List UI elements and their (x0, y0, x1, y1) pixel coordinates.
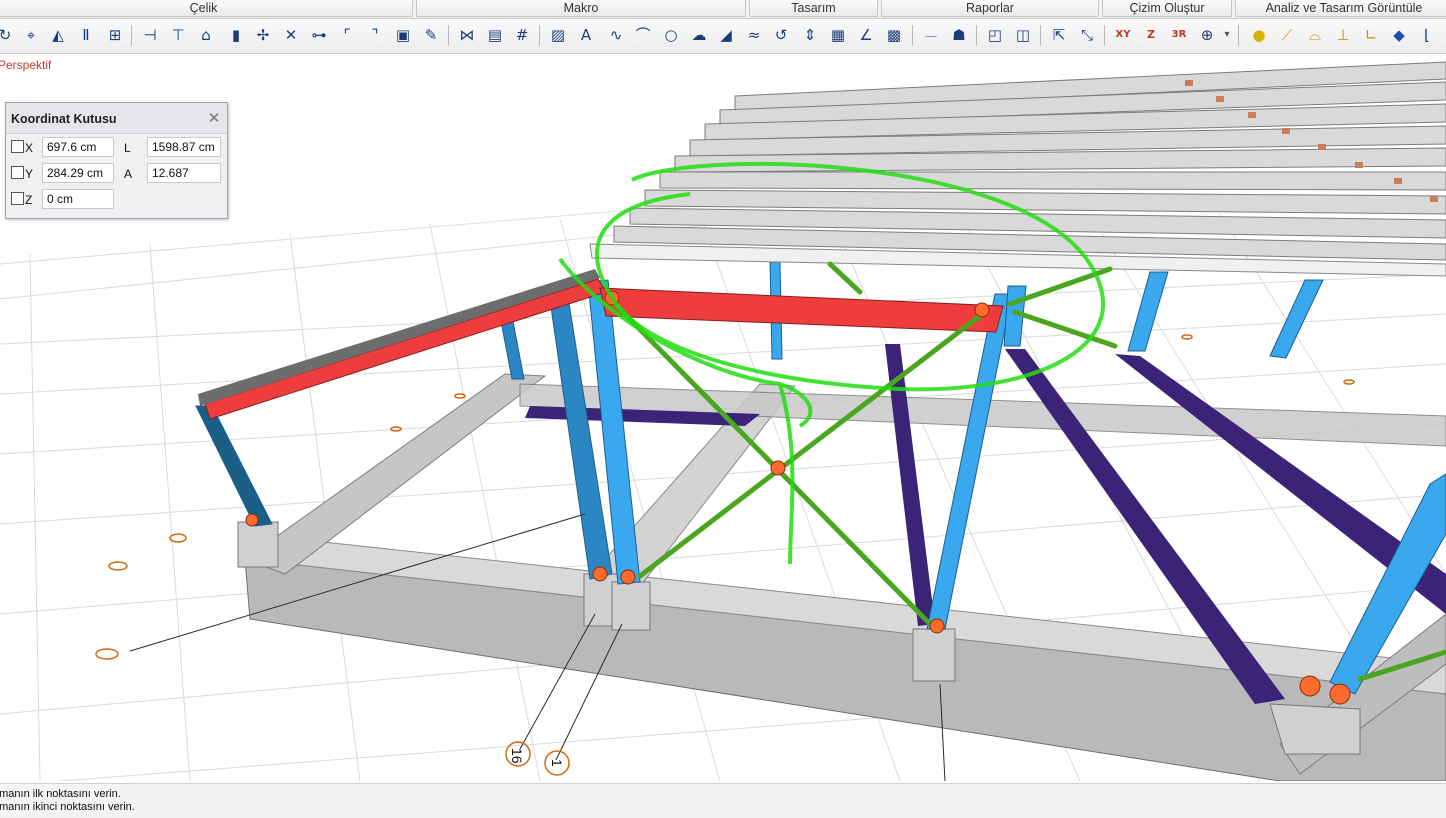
truss-icon[interactable]: ⟋ (1276, 24, 1298, 46)
z-label: Z (25, 193, 33, 207)
snap-target-icon[interactable]: ⌖ (20, 24, 42, 46)
angle-label: A (124, 167, 133, 181)
node-icon[interactable]: ✢ (252, 24, 274, 46)
xy-view-icon[interactable]: XY (1112, 24, 1134, 46)
tab-tasarim[interactable]: Tasarım (749, 0, 878, 17)
toolbar-overflow-icon[interactable]: ▾ (1221, 24, 1233, 46)
z-coordinate-field[interactable]: 0 cm (42, 189, 114, 209)
ribbon-tab-bar: Çelik Makro Tasarım Raporlar Çizim Oluşt… (0, 0, 1446, 19)
column-section-icon[interactable]: ▮ (225, 24, 247, 46)
corner-icon[interactable]: ⌜ (336, 24, 358, 46)
angle-section-icon[interactable]: ∟ (1360, 24, 1382, 46)
tab-analiz-tasarim-goruntule[interactable]: Analiz ve Tasarım Görüntüle (1235, 0, 1446, 17)
beam-end-icon[interactable]: ⊤ (167, 24, 189, 46)
x-label: X (25, 141, 34, 155)
tab-cizim-olustur[interactable]: Çizim Oluştur (1102, 0, 1232, 17)
circle-icon[interactable]: ○ (660, 24, 682, 46)
arc-icon[interactable]: ⌒ (632, 24, 654, 46)
3d-render-icon[interactable]: 3R (1168, 24, 1190, 46)
graph-icon[interactable]: ⌊ (1416, 24, 1438, 46)
frame-icon[interactable]: ⋈ (456, 24, 478, 46)
x-lock-checkbox[interactable] (11, 140, 24, 153)
flag-icon[interactable]: ◆ (1388, 24, 1410, 46)
brush-icon[interactable]: ✎ (420, 24, 442, 46)
y-label: Y (25, 167, 34, 181)
dimension-icon[interactable]: ⇕ (799, 24, 821, 46)
coordinate-box-title: Koordinat Kutusu (11, 112, 117, 126)
polyline-icon[interactable]: ∿ (605, 24, 627, 46)
command-line: emanın ilk noktasını verin. emanın ikinc… (0, 783, 1446, 818)
length-label: L (124, 141, 131, 155)
cloud-icon[interactable]: ☁ (688, 24, 710, 46)
move-icon[interactable]: ⇱ (1048, 24, 1070, 46)
command-line-2: emanın ikinci noktasını verin. (0, 801, 135, 813)
y-coordinate-field[interactable]: 284.29 cm (42, 163, 114, 183)
corner-trim-icon[interactable]: ⌝ (364, 24, 386, 46)
x-coordinate-field[interactable]: 697.6 cm (42, 137, 114, 157)
view-3d-icon[interactable]: ◰ (984, 24, 1006, 46)
level-icon[interactable]: ⏤ (920, 24, 942, 46)
annotation-icon[interactable]: ☗ (948, 24, 970, 46)
mirror-icon[interactable]: ◭ (47, 24, 69, 46)
cross-icon[interactable]: ✕ (280, 24, 302, 46)
tab-celik[interactable]: Çelik (0, 0, 413, 17)
y-lock-checkbox[interactable] (11, 166, 24, 179)
marker-icon[interactable]: ⊥ (1332, 24, 1354, 46)
tab-raporlar[interactable]: Raporlar (881, 0, 1099, 17)
rotate-icon[interactable]: ↺ (770, 24, 792, 46)
z-lock-checkbox[interactable] (11, 192, 24, 205)
table-icon[interactable]: ▦ (827, 24, 849, 46)
toolbar: ↻ ⌖ ◭ Ⅱ ⊞ ⊣ ⊤ ⌂ ▮ ✢ ✕ ⊶ ⌜ ⌝ ▣ ✎ ⋈ ▤ # ▨ … (0, 19, 1446, 54)
text-icon[interactable]: A (575, 24, 597, 46)
measure-icon[interactable]: ∠ (855, 24, 877, 46)
tab-makro[interactable]: Makro (416, 0, 746, 17)
roof-icon[interactable]: ⌂ (195, 24, 217, 46)
image-icon[interactable]: ▨ (547, 24, 569, 46)
stretch-icon[interactable]: ⤡ (1076, 24, 1098, 46)
cost-icon[interactable]: ▩ (883, 24, 905, 46)
z-view-icon[interactable]: Z (1140, 24, 1162, 46)
grid-snap-icon[interactable]: ⊞ (104, 24, 126, 46)
grid-bubble-left-label: 16 (509, 748, 525, 764)
undo-icon[interactable]: ↻ (0, 24, 16, 46)
angle-field[interactable]: 12.687 (147, 163, 221, 183)
length-field[interactable]: 1598.87 cm (147, 137, 221, 157)
light-icon[interactable]: ● (1248, 24, 1270, 46)
zoom-fit-icon[interactable]: ⊕ (1196, 24, 1218, 46)
grid-icon[interactable]: # (511, 24, 533, 46)
panel-icon[interactable]: ▤ (484, 24, 506, 46)
column-icon[interactable]: Ⅱ (75, 24, 97, 46)
view-split-icon[interactable]: ◫ (1012, 24, 1034, 46)
split-icon[interactable]: ⊶ (308, 24, 330, 46)
coordinate-box-titlebar[interactable]: Koordinat Kutusu ✕ (6, 103, 227, 134)
close-icon[interactable]: ✕ (207, 109, 221, 127)
coordinate-box-panel: Koordinat Kutusu ✕ X 697.6 cm Y 284.29 c… (5, 102, 228, 219)
hat-section-icon[interactable]: ⌓ (1304, 24, 1326, 46)
beam-icon[interactable]: ⊣ (139, 24, 161, 46)
slope-icon[interactable]: ◢ (715, 24, 737, 46)
grid-bubble-right-label: 1 (549, 759, 565, 767)
wave-icon[interactable]: ≈ (743, 24, 765, 46)
rectangle-icon[interactable]: ▣ (392, 24, 414, 46)
command-line-1: emanın ilk noktasını verin. (0, 788, 121, 800)
view-mode-label: Perspektif (0, 58, 52, 72)
